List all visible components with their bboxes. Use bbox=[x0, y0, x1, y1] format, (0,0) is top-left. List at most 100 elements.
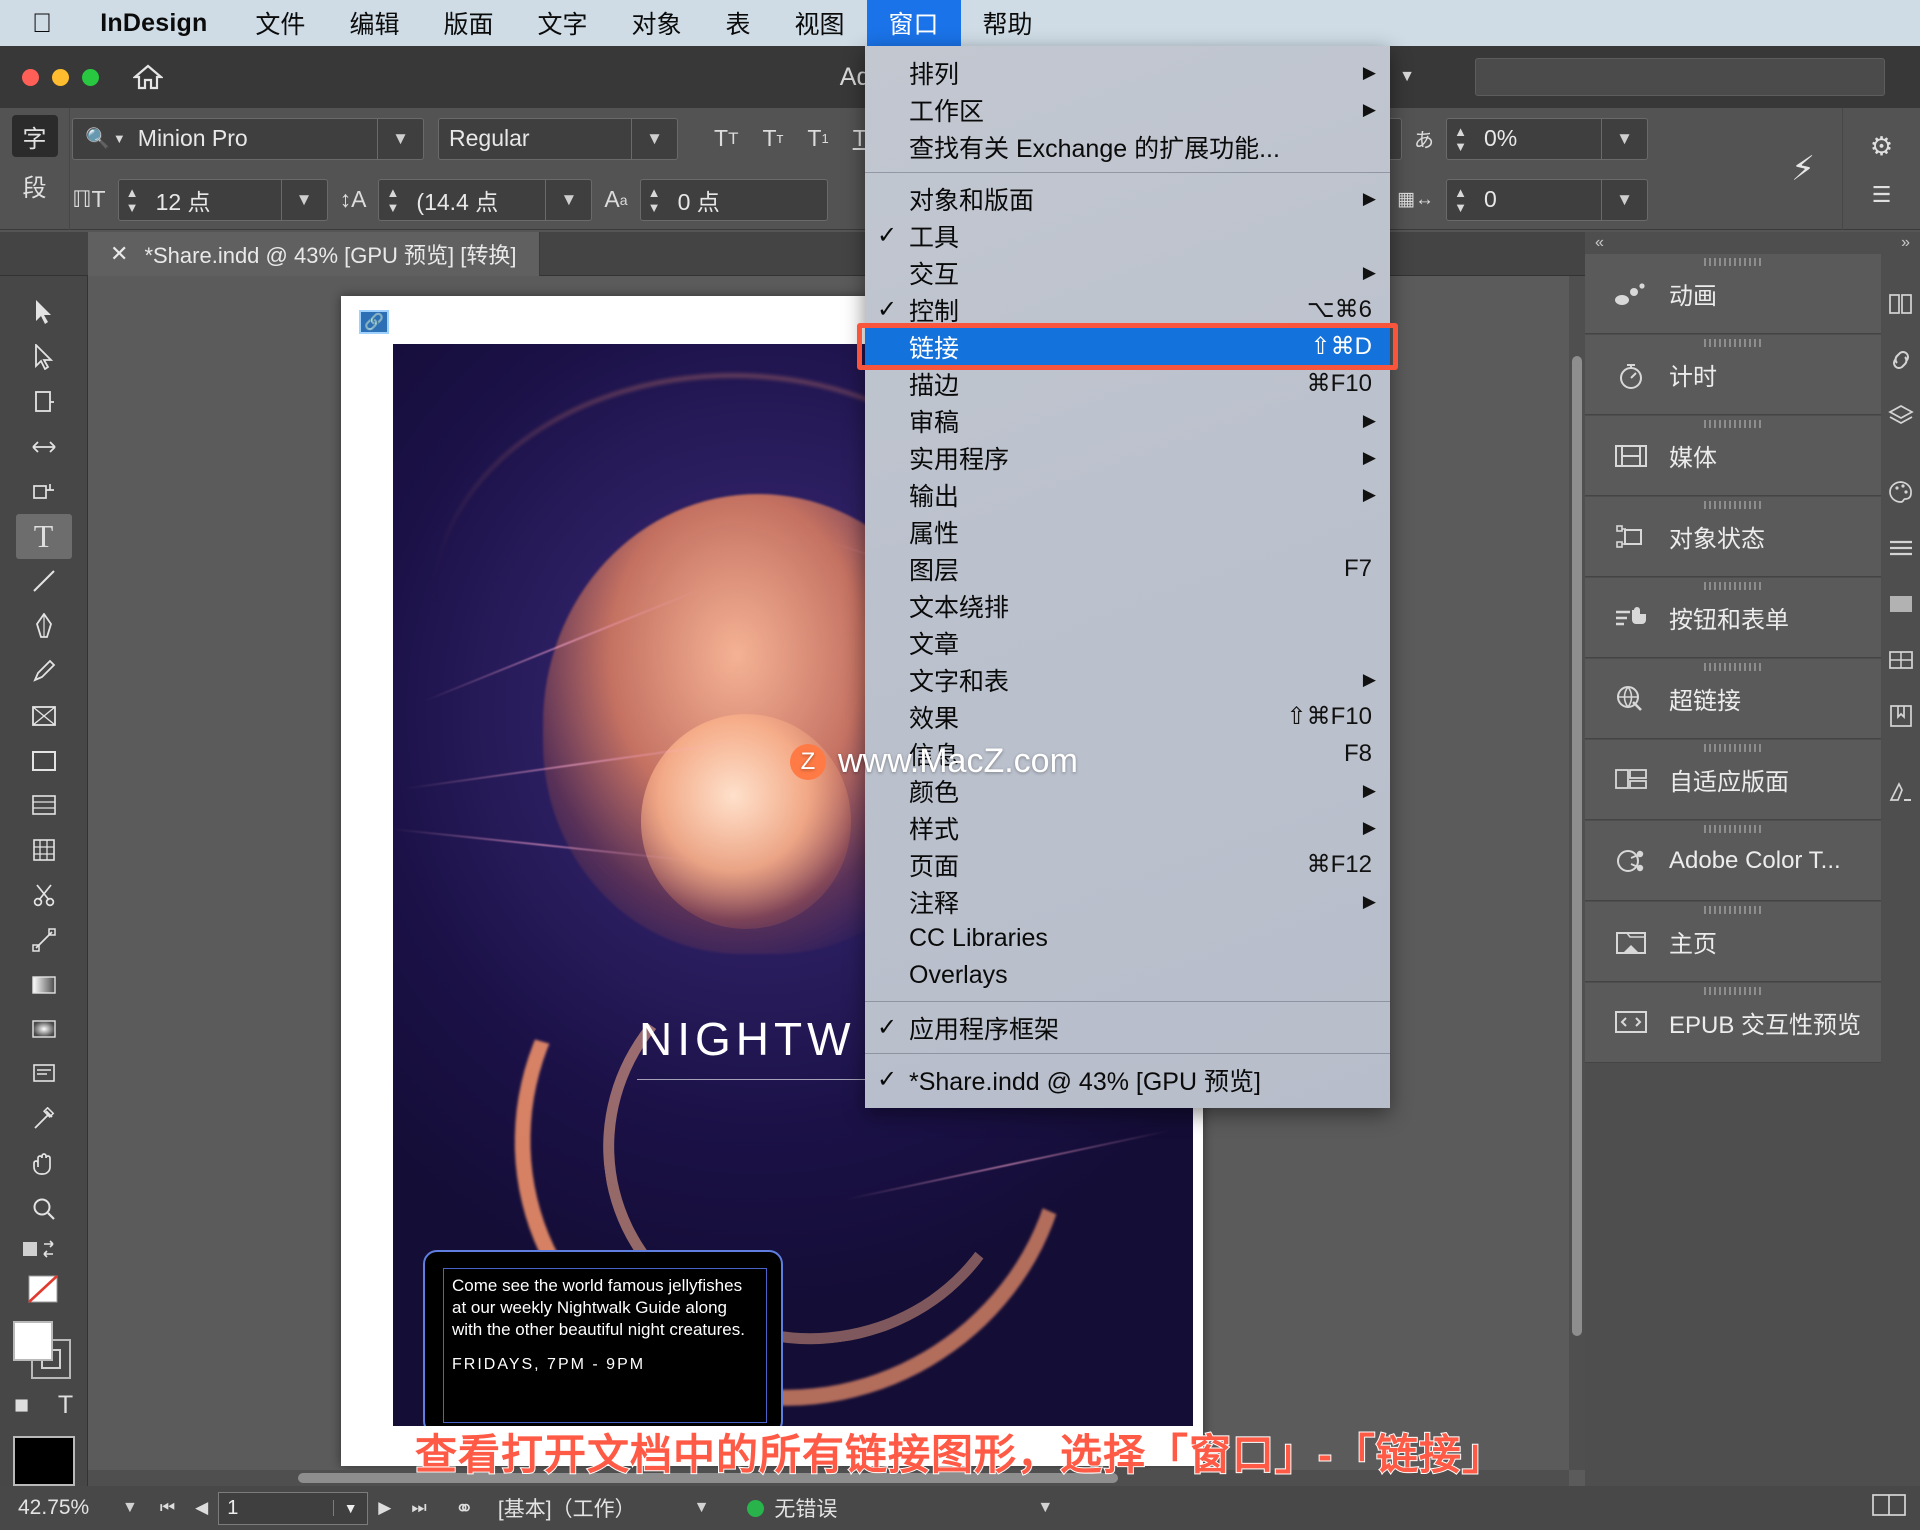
gradient-swatch-tool[interactable] bbox=[16, 962, 72, 1007]
quick-apply-icon[interactable]: ⚡ bbox=[1791, 149, 1815, 189]
scissors-tool[interactable] bbox=[16, 873, 72, 918]
menu-item-review[interactable]: 审稿 ▶ bbox=[865, 402, 1390, 439]
formatting-text-icon[interactable]: T bbox=[49, 1388, 83, 1422]
panel-buttons-forms[interactable]: 按钮和表单 bbox=[1585, 578, 1881, 658]
menu-item-styles[interactable]: 样式 ▶ bbox=[865, 809, 1390, 846]
menu-item-application-frame[interactable]: ✓ 应用程序框架 bbox=[865, 1009, 1390, 1046]
close-icon[interactable]: ✕ bbox=[110, 241, 128, 267]
apple-icon[interactable]:  bbox=[0, 9, 74, 37]
menu-item-pages[interactable]: 页面 ⌘F12 bbox=[865, 846, 1390, 883]
table-tool[interactable] bbox=[16, 828, 72, 873]
chevron-double-left-icon[interactable]: « bbox=[1595, 234, 1604, 254]
paragraph-formatting-button[interactable]: 段 bbox=[12, 164, 58, 206]
chevron-down-icon[interactable]: ▼ bbox=[280, 179, 327, 220]
selection-tool[interactable] bbox=[16, 290, 72, 335]
panel-grip[interactable] bbox=[1704, 906, 1762, 914]
zoom-level[interactable]: 42.75% bbox=[18, 1496, 110, 1520]
direct-selection-tool[interactable] bbox=[16, 335, 72, 380]
formatting-frame-icon[interactable]: ■ bbox=[5, 1388, 39, 1422]
panel-grip[interactable] bbox=[1704, 501, 1762, 509]
links-rail-icon[interactable] bbox=[1881, 332, 1920, 388]
panel-grip[interactable] bbox=[1704, 825, 1762, 833]
menu-type[interactable]: 文字 bbox=[515, 0, 609, 46]
panel-liquid-layout[interactable]: 自适应版面 bbox=[1585, 740, 1881, 820]
menu-object[interactable]: 对象 bbox=[609, 0, 703, 46]
panel-grip[interactable] bbox=[1704, 663, 1762, 671]
panel-media[interactable]: 媒体 bbox=[1585, 416, 1881, 496]
menu-item-object-layout[interactable]: 对象和版面 ▶ bbox=[865, 180, 1390, 217]
panel-grip[interactable] bbox=[1704, 987, 1762, 995]
cclibraries-rail-icon[interactable] bbox=[1881, 764, 1920, 820]
canvas-vertical-scrollbar[interactable] bbox=[1569, 276, 1585, 1470]
transform-tool[interactable] bbox=[16, 917, 72, 962]
panel-grip[interactable] bbox=[1704, 258, 1762, 266]
chevron-double-right-icon[interactable]: » bbox=[1901, 234, 1910, 254]
poster-headline[interactable]: NIGHTW bbox=[639, 1012, 856, 1066]
effects-rail-icon[interactable] bbox=[1881, 576, 1920, 632]
kerning-field[interactable]: 0 点 bbox=[667, 178, 828, 221]
color-rail-icon[interactable] bbox=[1881, 464, 1920, 520]
chevron-down-icon[interactable]: ▼ bbox=[636, 1499, 722, 1517]
tracking-stepper[interactable]: ▲ ▼ bbox=[1446, 178, 1474, 221]
panel-timing[interactable]: 计时 bbox=[1585, 335, 1881, 415]
rectangle-tool[interactable] bbox=[16, 738, 72, 783]
app-name-menu[interactable]: InDesign bbox=[74, 9, 233, 38]
menu-item-interactive[interactable]: 交互 ▶ bbox=[865, 254, 1390, 291]
leading-stepper[interactable]: ▲ ▼ bbox=[378, 178, 407, 221]
menu-item-workspace[interactable]: 工作区 ▶ bbox=[865, 91, 1390, 128]
layout-view-icon[interactable] bbox=[1872, 1493, 1906, 1523]
panel-animation[interactable]: 动画 bbox=[1585, 254, 1881, 334]
chevron-down-icon[interactable]: ▼ bbox=[1601, 118, 1647, 159]
line-tool[interactable] bbox=[16, 559, 72, 604]
chevron-down-icon[interactable]: ▼ bbox=[333, 1500, 367, 1516]
pages-rail-icon[interactable] bbox=[1881, 276, 1920, 332]
next-page-icon[interactable]: ▶ bbox=[368, 1498, 401, 1518]
window-dropdown-menu[interactable]: 排列 ▶ 工作区 ▶ 查找有关 Exchange 的扩展功能... 对象和版面 … bbox=[857, 46, 1398, 1108]
zoom-tool[interactable] bbox=[16, 1186, 72, 1231]
close-window-button[interactable] bbox=[22, 68, 39, 86]
prev-page-icon[interactable]: ◀ bbox=[185, 1498, 218, 1518]
font-family-field[interactable]: 🔍 ▼ Minion Pro ▼ bbox=[72, 117, 424, 160]
panel-epub-preview[interactable]: EPUB 交互性预览 bbox=[1585, 983, 1881, 1063]
font-style-field[interactable]: Regular ▼ bbox=[438, 117, 678, 160]
menu-item-links[interactable]: 链接 ⇧⌘D bbox=[857, 323, 1398, 370]
maximize-window-button[interactable] bbox=[82, 68, 99, 86]
panel-grip[interactable] bbox=[1704, 420, 1762, 428]
bookmarks-rail-icon[interactable] bbox=[1881, 688, 1920, 744]
chevron-down-icon[interactable]: ▼ bbox=[1601, 179, 1647, 220]
home-icon[interactable] bbox=[129, 58, 167, 96]
stroke-rail-icon[interactable] bbox=[1881, 520, 1920, 576]
menu-item-type-tables[interactable]: 文字和表 ▶ bbox=[865, 661, 1390, 698]
leading-field[interactable]: (14.4 点 ▼ bbox=[406, 178, 593, 221]
tracking-field[interactable]: 0 ▼ bbox=[1474, 178, 1648, 221]
menu-view[interactable]: 视图 bbox=[773, 0, 867, 46]
gap-tool[interactable] bbox=[16, 424, 72, 469]
gear-icon[interactable]: ⚙ bbox=[1870, 131, 1893, 162]
font-size-stepper[interactable]: ▲ ▼ bbox=[117, 178, 146, 221]
free-transform-tool[interactable] bbox=[16, 783, 72, 828]
layers-rail-icon[interactable] bbox=[1881, 388, 1920, 444]
document-tab[interactable]: ✕ *Share.indd @ 43% [GPU 预览] [转换] bbox=[88, 232, 540, 276]
menu-item-control[interactable]: ✓ 控制 ⌥⌘6 bbox=[865, 291, 1390, 328]
swap-fill-stroke-icon[interactable] bbox=[16, 1231, 72, 1269]
font-size-field[interactable]: 12 点 ▼ bbox=[145, 178, 328, 221]
menu-item-find-extensions[interactable]: 查找有关 Exchange 的扩展功能... bbox=[865, 128, 1390, 165]
page-tool[interactable] bbox=[16, 380, 72, 425]
fill-stroke-swatches[interactable] bbox=[12, 1321, 75, 1380]
menu-item-articles[interactable]: 文章 bbox=[865, 624, 1390, 661]
menu-item-layers[interactable]: 图层 F7 bbox=[865, 550, 1390, 587]
gradient-feather-tool[interactable] bbox=[16, 1007, 72, 1052]
master-page-icon[interactable]: ⚭ bbox=[437, 1495, 484, 1522]
page-number-input[interactable]: 1 ▼ bbox=[218, 1491, 369, 1525]
menu-item-output[interactable]: 输出 ▶ bbox=[865, 476, 1390, 513]
menu-item-effects[interactable]: 效果 ⇧⌘F10 bbox=[865, 698, 1390, 735]
none-swatch-icon[interactable] bbox=[16, 1269, 72, 1309]
chevron-down-icon[interactable]: ▼ bbox=[377, 118, 423, 159]
tsume-stepper[interactable]: ▲ ▼ bbox=[1446, 117, 1474, 160]
character-formatting-button[interactable]: 字 bbox=[11, 115, 58, 157]
pencil-tool[interactable] bbox=[16, 649, 72, 694]
menu-layout[interactable]: 版面 bbox=[421, 0, 515, 46]
rectangle-frame-tool[interactable] bbox=[16, 693, 72, 738]
chevron-down-icon[interactable]: ▼ bbox=[545, 179, 591, 220]
panel-grip[interactable] bbox=[1704, 744, 1762, 752]
